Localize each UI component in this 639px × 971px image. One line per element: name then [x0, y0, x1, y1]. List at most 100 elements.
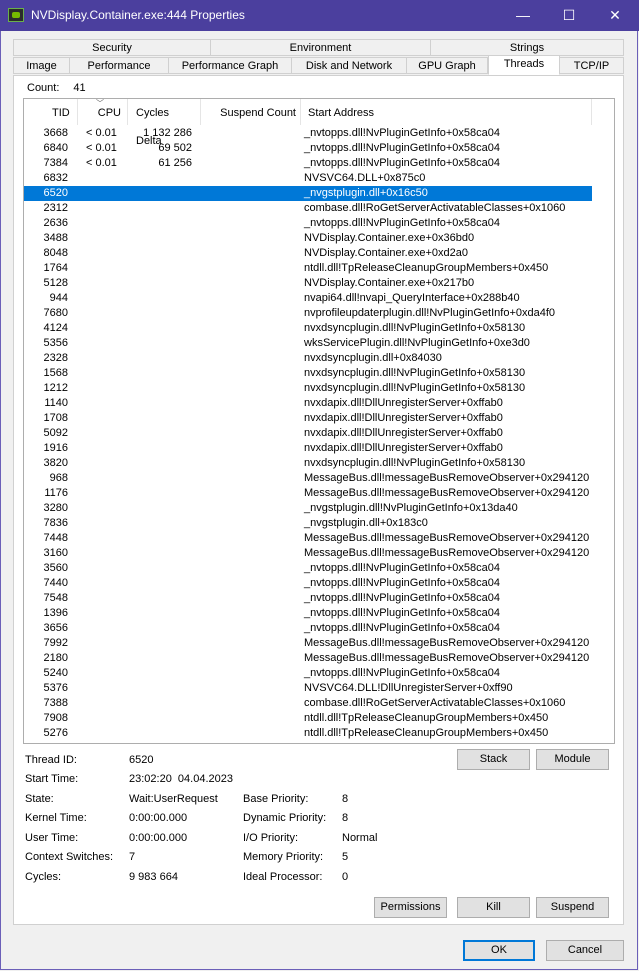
- start-address-cell: NVDisplay.Container.exe+0x36bd0: [304, 232, 475, 244]
- table-row[interactable]: 1568 nvxdsyncplugin.dll!NvPluginGetInfo+0…: [24, 366, 614, 381]
- permissions-button[interactable]: Permissions: [374, 897, 447, 918]
- table-row[interactable]: 1916 nvxdapix.dll!DllUnregisterServer+0xf…: [24, 441, 614, 456]
- table-row[interactable]: 2180 MessageBus.dll!messageBusRemoveObser…: [24, 651, 614, 666]
- table-row[interactable]: 3160 MessageBus.dll!messageBusRemoveObser…: [24, 546, 614, 561]
- column-cycles-delta[interactable]: Cycles Delta: [128, 99, 201, 147]
- table-row[interactable]: 1176 MessageBus.dll!messageBusRemoveObser…: [24, 486, 614, 501]
- table-row[interactable]: 944 nvapi64.dll!nvapi_QueryInterface+0x28…: [24, 291, 614, 306]
- tab-image[interactable]: Image: [13, 57, 70, 74]
- cancel-button[interactable]: Cancel: [546, 940, 624, 961]
- table-row[interactable]: 3668 < 0.01 1 132 286 _nvtopps.dll!NvPlugin…: [24, 126, 614, 141]
- tab-strings[interactable]: Strings: [430, 39, 624, 56]
- table-row[interactable]: 3280 _nvgstplugin.dll!NvPluginGetInfo+0x1…: [24, 501, 614, 516]
- start-address-cell: nvxdapix.dll!DllUnregisterServer+0xffab0: [304, 427, 503, 439]
- tab-performance-graph[interactable]: Performance Graph: [168, 57, 292, 74]
- table-row[interactable]: 7992 MessageBus.dll!messageBusRemoveObser…: [24, 636, 614, 651]
- table-row[interactable]: 7548 _nvtopps.dll!NvPluginGetInfo+0x58ca0…: [24, 591, 614, 606]
- tid-cell: 2328: [43, 352, 68, 364]
- minimize-button[interactable]: —: [500, 0, 546, 31]
- tid-cell: 6840: [43, 142, 68, 154]
- start-address-cell: _nvgstplugin.dll+0x183c0: [304, 517, 428, 529]
- table-row[interactable]: 7384 < 0.01 61 256 _nvtopps.dll!NvPluginGet…: [24, 156, 614, 171]
- close-button[interactable]: ✕: [592, 0, 638, 31]
- stack-button[interactable]: Stack: [457, 749, 530, 770]
- table-row[interactable]: 4124 nvxdsyncplugin.dll!NvPluginGetInfo+0…: [24, 321, 614, 336]
- tid-cell: 1568: [43, 367, 68, 379]
- stack-button-label: Stack: [479, 753, 508, 765]
- ok-button-label: OK: [491, 944, 507, 956]
- table-row[interactable]: 2636 _nvtopps.dll!NvPluginGetInfo+0x58ca0…: [24, 216, 614, 231]
- tab-threads[interactable]: Threads: [488, 55, 560, 75]
- memory-priority-label: Memory Priority:: [243, 851, 324, 863]
- table-row[interactable]: 1764 ntdll.dll!TpReleaseCleanupGroupMembe…: [24, 261, 614, 276]
- tab-gpu-graph[interactable]: GPU Graph: [406, 57, 488, 74]
- io-priority-label: I/O Priority:: [243, 832, 299, 844]
- start-address-cell: _nvtopps.dll!NvPluginGetInfo+0x58ca04: [304, 577, 500, 589]
- table-row[interactable]: 968 MessageBus.dll!messageBusRemoveObserv…: [24, 471, 614, 486]
- table-row[interactable]: 3560 _nvtopps.dll!NvPluginGetInfo+0x58ca0…: [24, 561, 614, 576]
- tid-cell: 7384: [43, 157, 68, 169]
- suspend-button[interactable]: Suspend: [536, 897, 609, 918]
- window-title: NVDisplay.Container.exe:444 Properties: [31, 8, 245, 22]
- table-body: 3668 < 0.01 1 132 286 _nvtopps.dll!NvPlugin…: [24, 126, 614, 741]
- table-row[interactable]: 5092 nvxdapix.dll!DllUnregisterServer+0xf…: [24, 426, 614, 441]
- tid-cell: 7992: [43, 637, 68, 649]
- column-start-address[interactable]: Start Address: [301, 99, 592, 125]
- table-row[interactable]: 3656 _nvtopps.dll!NvPluginGetInfo+0x58ca0…: [24, 621, 614, 636]
- tid-cell: 1396: [43, 607, 68, 619]
- tid-cell: 7388: [43, 697, 68, 709]
- table-row[interactable]: 3820 nvxdsyncplugin.dll!NvPluginGetInfo+0…: [24, 456, 614, 471]
- module-button[interactable]: Module: [536, 749, 609, 770]
- suspend-button-label: Suspend: [550, 901, 595, 913]
- table-row[interactable]: 8048 NVDisplay.Container.exe+0xd2a0: [24, 246, 614, 261]
- table-row[interactable]: 7836 _nvgstplugin.dll+0x183c0: [24, 516, 614, 531]
- tab-disk-and-network[interactable]: Disk and Network: [291, 57, 407, 74]
- table-row[interactable]: 7440 _nvtopps.dll!NvPluginGetInfo+0x58ca0…: [24, 576, 614, 591]
- ok-button[interactable]: OK: [463, 940, 535, 961]
- start-time-label: Start Time:: [25, 773, 79, 785]
- table-row[interactable]: 3488 NVDisplay.Container.exe+0x36bd0: [24, 231, 614, 246]
- table-row[interactable]: 6520 _nvgstplugin.dll+0x16c50: [24, 186, 592, 201]
- threads-table[interactable]: ﹀ TID CPU Cycles Delta Suspend Count Sta…: [23, 98, 615, 744]
- column-suspend-count[interactable]: Suspend Count: [201, 99, 301, 125]
- cpu-cell: < 0.01: [86, 157, 117, 169]
- table-row[interactable]: 7908 ntdll.dll!TpReleaseCleanupGroupMembe…: [24, 711, 614, 726]
- table-row[interactable]: 1140 nvxdapix.dll!DllUnregisterServer+0xf…: [24, 396, 614, 411]
- table-row[interactable]: 7448 MessageBus.dll!messageBusRemoveObser…: [24, 531, 614, 546]
- start-address-cell: MessageBus.dll!messageBusRemoveObserver+…: [304, 637, 590, 649]
- table-row[interactable]: 5240 _nvtopps.dll!NvPluginGetInfo+0x58ca0…: [24, 666, 614, 681]
- table-row[interactable]: 1396 _nvtopps.dll!NvPluginGetInfo+0x58ca0…: [24, 606, 614, 621]
- title-bar[interactable]: NVDisplay.Container.exe:444 Properties —…: [0, 0, 639, 31]
- context-switches-label: Context Switches:: [25, 851, 114, 863]
- cycles-delta-cell: 1 132 286: [143, 127, 192, 139]
- table-row[interactable]: 1212 nvxdsyncplugin.dll!NvPluginGetInfo+0…: [24, 381, 614, 396]
- table-row[interactable]: 7680 nvprofileupdaterplugin.dll!NvPluginG…: [24, 306, 614, 321]
- table-row[interactable]: 5376 NVSVC64.DLL!DllUnregisterServer+0xff…: [24, 681, 614, 696]
- start-address-cell: _nvtopps.dll!NvPluginGetInfo+0x58ca04: [304, 562, 500, 574]
- column-cpu[interactable]: CPU: [78, 99, 128, 125]
- tid-cell: 5128: [43, 277, 68, 289]
- table-row[interactable]: 6840 < 0.01 69 502 _nvtopps.dll!NvPluginGet…: [24, 141, 614, 156]
- table-row[interactable]: 6832 NVSVC64.DLL+0x875c0: [24, 171, 614, 186]
- column-tid[interactable]: TID: [24, 99, 78, 125]
- tab-tcp-ip[interactable]: TCP/IP: [559, 57, 624, 74]
- table-row[interactable]: 5128 NVDisplay.Container.exe+0x217b0: [24, 276, 614, 291]
- table-row[interactable]: 5276 ntdll.dll!TpReleaseCleanupGroupMembe…: [24, 726, 614, 741]
- tab-environment[interactable]: Environment: [210, 39, 431, 56]
- table-row[interactable]: 2312 combase.dll!RoGetServerActivatableCl…: [24, 201, 614, 216]
- table-row[interactable]: 1708 nvxdapix.dll!DllUnregisterServer+0xf…: [24, 411, 614, 426]
- tab-security[interactable]: Security: [13, 39, 211, 56]
- start-address-cell: ntdll.dll!TpReleaseCleanupGroupMembers+0…: [304, 262, 549, 274]
- table-row[interactable]: 5356 wksServicePlugin.dll!NvPluginGetInfo…: [24, 336, 614, 351]
- start-address-cell: NVDisplay.Container.exe+0xd2a0: [304, 247, 468, 259]
- start-time-value: 23:02:20 04.04.2023: [129, 773, 233, 785]
- tab-performance[interactable]: Performance: [69, 57, 169, 74]
- start-address-cell: nvxdsyncplugin.dll+0x84030: [304, 352, 442, 364]
- table-row[interactable]: 7388 combase.dll!RoGetServerActivatableCl…: [24, 696, 614, 711]
- cycles-delta-cell: 69 502: [158, 142, 192, 154]
- kill-button[interactable]: Kill: [457, 897, 530, 918]
- table-row[interactable]: 2328 nvxdsyncplugin.dll+0x84030: [24, 351, 614, 366]
- start-address-cell: nvxdapix.dll!DllUnregisterServer+0xffab0: [304, 397, 503, 409]
- maximize-button[interactable]: ☐: [546, 0, 592, 31]
- dynamic-priority-value: 8: [342, 812, 349, 824]
